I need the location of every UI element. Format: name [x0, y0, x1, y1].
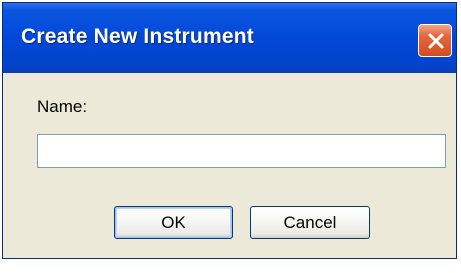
close-icon: [428, 33, 444, 49]
cancel-button[interactable]: Cancel: [250, 206, 370, 239]
dialog-body: Name: OK Cancel: [3, 73, 456, 258]
close-button[interactable]: [418, 24, 452, 57]
dialog-title: Create New Instrument: [21, 25, 254, 48]
ok-button[interactable]: OK: [114, 206, 233, 239]
name-label: Name:: [37, 97, 88, 116]
create-instrument-dialog: Create New Instrument Name: OK Cancel: [2, 2, 457, 259]
title-bar[interactable]: Create New Instrument: [3, 3, 456, 73]
name-input[interactable]: [37, 134, 446, 168]
